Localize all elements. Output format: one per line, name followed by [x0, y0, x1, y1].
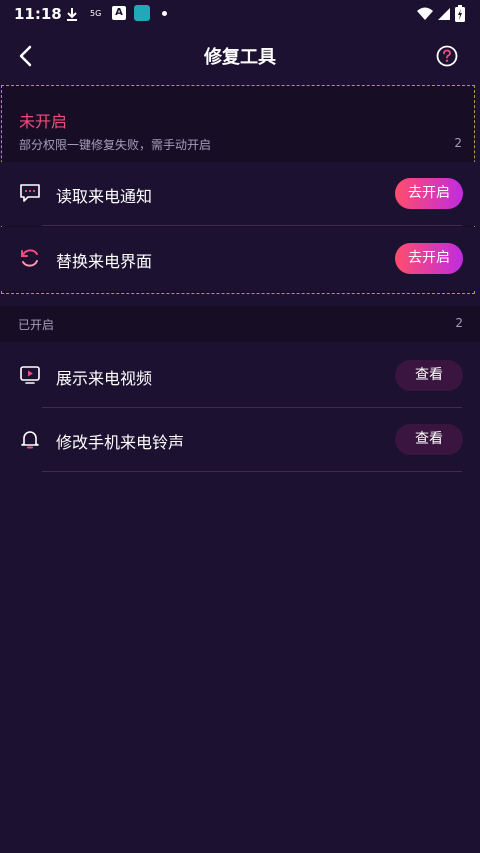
disabled-section-count: 2 [454, 136, 462, 150]
more-notifications-dot [162, 11, 167, 16]
disabled-section-title: 未开启 [19, 112, 68, 131]
enable-button[interactable]: 去开启 [395, 178, 463, 209]
app-a-icon: A [112, 6, 126, 20]
refresh-icon [21, 249, 38, 267]
signal-icon [438, 8, 450, 20]
page-title: 修复工具 [204, 47, 276, 68]
view-button[interactable]: 查看 [395, 360, 463, 391]
permission-row-replace-call-screen[interactable]: 替换来电界面 去开启 [0, 227, 480, 291]
video-icon [20, 366, 40, 384]
app-header: 修复工具 [0, 28, 480, 84]
enabled-section-title: 已开启 [18, 318, 55, 332]
enabled-permissions-header: 已开启 2 [0, 306, 480, 342]
permission-label: 展示来电视频 [56, 369, 153, 388]
app-notification-icon [134, 5, 150, 21]
network-5g-indicator: 5G [90, 9, 102, 18]
download-icon [67, 8, 77, 21]
disabled-section-subtitle: 部分权限一键修复失败，需手动开启 [19, 138, 212, 152]
help-button[interactable] [436, 45, 458, 67]
permission-row-read-notification[interactable]: 读取来电通知 去开启 [0, 162, 480, 226]
permission-label: 替换来电界面 [56, 252, 153, 271]
permission-label: 修改手机来电铃声 [56, 433, 185, 452]
view-button[interactable]: 查看 [395, 424, 463, 455]
permission-row-show-video[interactable]: 展示来电视频 查看 [0, 344, 480, 408]
status-bar: 11:18 5G A [0, 0, 480, 28]
permission-label: 读取来电通知 [56, 187, 153, 206]
enable-button[interactable]: 去开启 [395, 243, 463, 274]
wifi-icon [417, 7, 433, 20]
status-time: 11:18 [14, 5, 62, 23]
battery-icon [455, 5, 465, 22]
message-icon [20, 184, 40, 202]
row-divider [42, 225, 462, 226]
bell-icon [21, 431, 39, 449]
enabled-section-count: 2 [455, 316, 463, 330]
permission-row-ringtone[interactable]: 修改手机来电铃声 查看 [0, 408, 480, 472]
row-divider [42, 471, 462, 472]
